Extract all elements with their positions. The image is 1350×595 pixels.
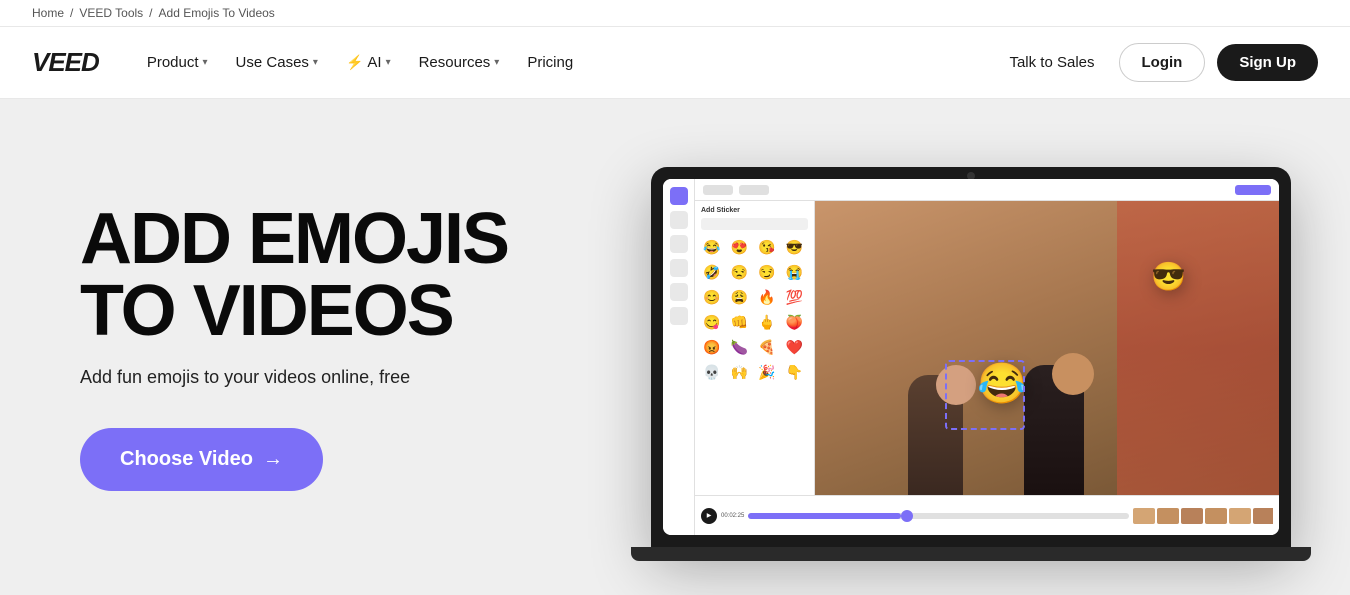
editor-toolbar (695, 179, 1279, 201)
sticker-fist[interactable]: 👊 (729, 311, 751, 333)
sticker-panel-title: Add Sticker (701, 207, 808, 214)
hero-left: ADD EMOJIS TO VIDEOS Add fun emojis to y… (80, 203, 580, 491)
sticker-fire[interactable]: 🔥 (756, 286, 778, 308)
nav-links: Product ▾ Use Cases ▾ ⚡ AI ▾ Resources ▾… (135, 46, 998, 79)
chevron-down-icon: ▾ (203, 57, 208, 68)
laptop-body: Add Sticker 😂 😍 😘 😎 🤣 😒 (651, 167, 1291, 547)
talk-to-sales-link[interactable]: Talk to Sales (997, 46, 1106, 79)
breadcrumb: Home / VEED Tools / Add Emojis To Videos (0, 0, 1350, 27)
sticker-smile[interactable]: 😊 (701, 286, 723, 308)
toolbar-publish-btn (1235, 185, 1271, 195)
nav-pricing-label: Pricing (527, 54, 573, 71)
sticker-smirk[interactable]: 😏 (756, 261, 778, 283)
editor-sidebar (663, 179, 695, 535)
sticker-weary[interactable]: 😩 (729, 286, 751, 308)
laptop-screen: Add Sticker 😂 😍 😘 😎 🤣 😒 (663, 179, 1279, 535)
nav-use-cases[interactable]: Use Cases ▾ (224, 46, 330, 79)
timeline-playhead[interactable] (901, 510, 913, 522)
filmstrip-frame (1253, 508, 1273, 524)
hero-section: ADD EMOJIS TO VIDEOS Add fun emojis to y… (0, 99, 1350, 595)
sticker-eggplant[interactable]: 🍆 (729, 336, 751, 358)
video-preview: 😎 😂 (815, 201, 1279, 495)
sticker-middle[interactable]: 🖕 (756, 311, 778, 333)
hero-right: Add Sticker 😂 😍 😘 😎 🤣 😒 (640, 147, 1302, 547)
laptop-base (631, 547, 1311, 561)
chevron-down-icon: ▾ (386, 57, 391, 68)
sticker-100[interactable]: 💯 (784, 286, 806, 308)
hero-title: ADD EMOJIS TO VIDEOS (80, 203, 580, 347)
filmstrip-frame (1181, 508, 1203, 524)
sticker-hands[interactable]: 🙌 (729, 361, 751, 383)
logo[interactable]: VEED (32, 47, 99, 78)
sticker-rofl[interactable]: 🤣 (701, 261, 723, 283)
signup-button[interactable]: Sign Up (1217, 44, 1318, 81)
nav-product-label: Product (147, 54, 199, 71)
nav-use-cases-label: Use Cases (236, 54, 309, 71)
sticker-kiss[interactable]: 😘 (756, 236, 778, 258)
nav-ai[interactable]: ⚡ AI ▾ (334, 46, 403, 79)
filmstrip-frame (1205, 508, 1227, 524)
timeline-scrubber[interactable] (748, 513, 1129, 519)
sticker-peach[interactable]: 🍑 (784, 311, 806, 333)
arrow-icon: → (263, 448, 283, 471)
editor-content-area: Add Sticker 😂 😍 😘 😎 🤣 😒 (695, 201, 1279, 495)
sidebar-icon-4 (670, 259, 688, 277)
nav-pricing[interactable]: Pricing (515, 46, 585, 79)
sticker-laughing[interactable]: 😂 (701, 236, 723, 258)
bolt-icon: ⚡ (346, 54, 363, 71)
filmstrip-frame (1157, 508, 1179, 524)
login-button[interactable]: Login (1119, 43, 1206, 82)
hero-subtitle: Add fun emojis to your videos online, fr… (80, 367, 580, 388)
nav-right: Talk to Sales Login Sign Up (997, 43, 1318, 82)
sticker-sunglasses[interactable]: 😎 (784, 236, 806, 258)
editor-main: Add Sticker 😂 😍 😘 😎 🤣 😒 (695, 179, 1279, 535)
editor-ui: Add Sticker 😂 😍 😘 😎 🤣 😒 (663, 179, 1279, 535)
nav-resources-label: Resources (419, 54, 491, 71)
editor-timeline: ▶ 00:02:25 (695, 495, 1279, 535)
sticker-yum[interactable]: 😋 (701, 311, 723, 333)
sidebar-icon-3 (670, 235, 688, 253)
breadcrumb-veed-tools[interactable]: VEED Tools (79, 6, 143, 20)
timeline-progress (748, 513, 900, 519)
navbar: VEED Product ▾ Use Cases ▾ ⚡ AI ▾ Resour… (0, 27, 1350, 99)
breadcrumb-sep-2: / (149, 6, 152, 20)
filmstrip-frame (1133, 508, 1155, 524)
sticker-unamused[interactable]: 😒 (729, 261, 751, 283)
timecode: 00:02:25 (721, 513, 744, 519)
sticker-point[interactable]: 👇 (784, 361, 806, 383)
sticker-search-bar[interactable] (701, 218, 808, 230)
toolbar-element-1 (703, 185, 733, 195)
breadcrumb-current: Add Emojis To Videos (159, 6, 275, 20)
cta-label: Choose Video (120, 448, 253, 471)
sticker-skull[interactable]: 💀 (701, 361, 723, 383)
filmstrip-frame (1229, 508, 1251, 524)
nav-resources[interactable]: Resources ▾ (407, 46, 512, 79)
sidebar-icon-6 (670, 307, 688, 325)
sidebar-icon-5 (670, 283, 688, 301)
sticker-heart-eyes[interactable]: 😍 (729, 236, 751, 258)
nav-product[interactable]: Product ▾ (135, 46, 220, 79)
sidebar-icon-1 (670, 187, 688, 205)
breadcrumb-home[interactable]: Home (32, 6, 64, 20)
breadcrumb-sep-1: / (70, 6, 73, 20)
chevron-down-icon: ▾ (494, 57, 499, 68)
toolbar-element-2 (739, 185, 769, 195)
video-frame (815, 201, 1279, 495)
filmstrip (1133, 508, 1273, 524)
play-button[interactable]: ▶ (701, 508, 717, 524)
selection-box (945, 360, 1025, 430)
sidebar-icon-2 (670, 211, 688, 229)
sticker-grid: 😂 😍 😘 😎 🤣 😒 😏 😭 😊 (701, 236, 808, 383)
floating-emoji-sunglasses: 😎 (1151, 260, 1186, 293)
sticker-heart[interactable]: ❤️ (784, 336, 806, 358)
chevron-down-icon: ▾ (313, 57, 318, 68)
sticker-party[interactable]: 🎉 (756, 361, 778, 383)
nav-ai-label: AI (367, 54, 381, 71)
laptop-mockup: Add Sticker 😂 😍 😘 😎 🤣 😒 (651, 147, 1291, 547)
choose-video-button[interactable]: Choose Video → (80, 428, 323, 491)
sticker-pizza[interactable]: 🍕 (756, 336, 778, 358)
sticker-panel: Add Sticker 😂 😍 😘 😎 🤣 😒 (695, 201, 815, 495)
sticker-cry[interactable]: 😭 (784, 261, 806, 283)
sticker-angry[interactable]: 😡 (701, 336, 723, 358)
